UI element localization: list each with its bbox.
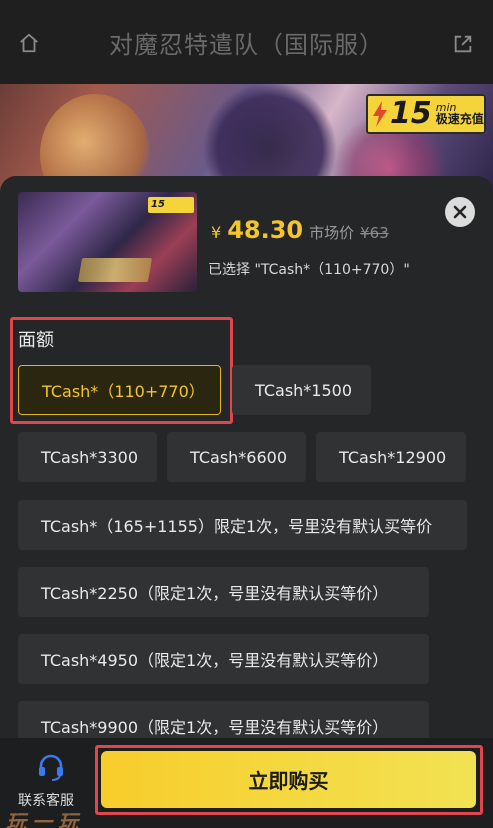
- option-label: TCash*4950（限定1次，号里没有默认买等价）: [41, 651, 389, 670]
- option-label: TCash*（110+770）: [42, 382, 205, 401]
- option-button[interactable]: TCash*4950（限定1次，号里没有默认买等价）: [18, 634, 429, 684]
- top-bar: 对魔忍特遣队（国际服）: [0, 0, 493, 84]
- home-icon[interactable]: [18, 32, 40, 54]
- price-row: ¥ 48.30 市场价 ¥63: [211, 216, 389, 244]
- option-button[interactable]: TCash*2250（限定1次，号里没有默认买等价）: [18, 567, 429, 617]
- lightning-icon: [373, 101, 387, 127]
- product-thumbnail: 15: [18, 192, 197, 292]
- market-price: ¥63: [360, 224, 389, 242]
- option-button[interactable]: TCash*（165+1155）限定1次，号里没有默认买等价: [18, 500, 467, 550]
- option-button[interactable]: TCash*6600: [167, 432, 306, 482]
- close-button[interactable]: [445, 197, 475, 227]
- speed-badge-label: 极速充值: [435, 112, 484, 127]
- price: 48.30: [227, 216, 304, 244]
- option-label: TCash*9900（限定1次，号里没有默认买等价）: [41, 718, 389, 737]
- option-label: TCash*2250（限定1次，号里没有默认买等价）: [41, 584, 389, 603]
- speed-badge-number: 15: [390, 96, 432, 131]
- highlight-box: [95, 745, 483, 815]
- selected-option-text: 已选择 "TCash*（110+770）": [208, 262, 410, 278]
- option-button[interactable]: TCash*1500: [232, 365, 371, 415]
- market-price-label: 市场价: [309, 224, 355, 242]
- close-icon: [453, 205, 467, 219]
- page-title: 对魔忍特遣队（国际服）: [109, 30, 384, 59]
- option-label: TCash*12900: [339, 447, 447, 467]
- option-button[interactable]: TCash*3300: [18, 432, 157, 482]
- option-label: TCash*1500: [255, 380, 353, 400]
- currency-symbol: ¥: [211, 223, 222, 242]
- option-label: TCash*6600: [190, 447, 288, 467]
- game-logo: [77, 258, 153, 282]
- share-icon[interactable]: [452, 33, 474, 55]
- headset-icon[interactable]: [36, 752, 66, 782]
- watermark: 玩一玩: [6, 810, 84, 828]
- speed-badge: 15 min 极速充值: [366, 94, 486, 134]
- option-button[interactable]: TCash*12900: [316, 432, 466, 482]
- thumbnail-speed-badge: 15: [148, 197, 194, 213]
- option-button[interactable]: TCash*（110+770）: [18, 365, 221, 415]
- option-label: TCash*3300: [41, 447, 139, 467]
- option-label: TCash*（165+1155）限定1次，号里没有默认买等价: [41, 517, 433, 536]
- purchase-sheet: 15 ¥ 48.30 市场价 ¥63 已选择 "TCash*（110+770）"…: [0, 176, 493, 828]
